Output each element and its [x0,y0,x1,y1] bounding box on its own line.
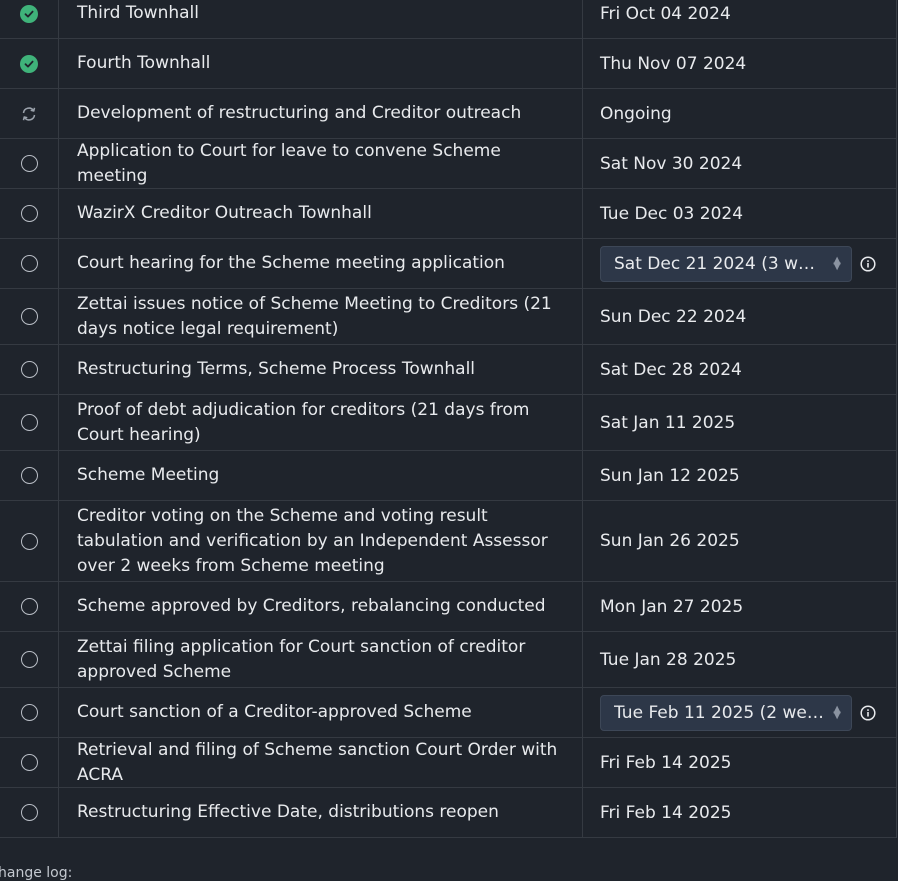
task-date-cell: Sat Dec 21 2024 (3 wee... ▲ ▼ [583,239,896,288]
task-name: WazirX Creditor Outreach Townhall [59,189,583,238]
task-date: Sat Dec 28 2024 [600,359,742,380]
status-cell [0,345,59,394]
status-cell [0,501,59,581]
task-date: Sat Jan 11 2025 [600,412,736,433]
status-cell [0,738,59,787]
task-date: Sat Nov 30 2024 [600,153,743,174]
date-select[interactable]: Tue Feb 11 2025 (2 wee... ▲ ▼ [600,694,852,731]
empty-circle-icon [20,467,38,484]
task-date: Sun Dec 22 2024 [600,306,747,327]
status-cell [0,289,59,344]
empty-circle-icon [20,651,38,668]
task-name: Development of restructuring and Credito… [59,89,583,138]
empty-circle-icon [20,704,38,721]
task-date: Ongoing [600,103,672,124]
table-row: Application to Court for leave to conven… [0,139,896,189]
timeline-table: Third Townhall Fri Oct 04 2024 Fourth To… [0,0,897,838]
task-date-cell: Tue Feb 11 2025 (2 wee... ▲ ▼ [583,688,896,737]
task-date: Tue Dec 03 2024 [600,203,744,224]
status-cell [0,139,59,188]
task-date: Thu Nov 07 2024 [600,53,747,74]
task-name: Zettai filing application for Court sanc… [59,632,583,687]
status-cell [0,239,59,288]
task-name: Third Townhall [59,0,583,38]
check-circle-icon [20,4,38,23]
task-name: Zettai issues notice of Scheme Meeting t… [59,289,583,344]
task-name: Creditor voting on the Scheme and voting… [59,501,583,581]
table-row: Scheme approved by Creditors, rebalancin… [0,582,896,632]
table-row: Restructuring Effective Date, distributi… [0,788,896,838]
task-date: Tue Jan 28 2025 [600,649,737,670]
empty-circle-icon [20,804,38,821]
select-arrows-icon: ▲ ▼ [833,703,841,721]
task-date: Mon Jan 27 2025 [600,596,744,617]
select-arrows-icon: ▲ ▼ [833,254,841,272]
task-name: Proof of debt adjudication for creditors… [59,395,583,450]
change-log-label: hange log: [0,865,73,881]
empty-circle-icon [20,414,38,431]
task-date: Fri Feb 14 2025 [600,752,732,773]
status-cell [0,688,59,737]
empty-circle-icon [20,532,38,550]
task-date: Sun Jan 12 2025 [600,465,740,486]
status-cell [0,788,59,837]
task-name: Fourth Townhall [59,39,583,88]
empty-circle-icon [20,255,38,272]
table-row: Development of restructuring and Credito… [0,89,896,139]
sync-icon [22,106,36,121]
table-row: Zettai issues notice of Scheme Meeting t… [0,289,896,345]
task-name: Court hearing for the Scheme meeting app… [59,239,583,288]
table-row: Restructuring Terms, Scheme Process Town… [0,345,896,395]
task-date: Fri Feb 14 2025 [600,802,732,823]
status-cell [0,189,59,238]
task-date: Fri Oct 04 2024 [600,3,731,24]
task-name: Restructuring Terms, Scheme Process Town… [59,345,583,394]
table-row: Fourth Townhall Thu Nov 07 2024 [0,39,896,89]
table-row: Zettai filing application for Court sanc… [0,632,896,688]
status-cell [0,39,59,88]
task-name: Retrieval and filing of Scheme sanction … [59,738,583,787]
status-cell [0,395,59,450]
task-name: Court sanction of a Creditor-approved Sc… [59,688,583,737]
task-date: Sun Jan 26 2025 [600,531,740,551]
empty-circle-icon [20,361,38,378]
empty-circle-icon [20,308,38,325]
info-icon[interactable] [860,704,876,721]
status-cell [0,451,59,500]
task-name: Scheme Meeting [59,451,583,500]
date-select-value: Tue Feb 11 2025 (2 wee... [614,702,826,723]
status-cell [0,632,59,687]
table-row: Court sanction of a Creditor-approved Sc… [0,688,896,738]
date-select-value: Sat Dec 21 2024 (3 wee... [614,253,826,274]
task-name: Application to Court for leave to conven… [59,139,583,188]
table-row: Proof of debt adjudication for creditors… [0,395,896,451]
empty-circle-icon [20,598,38,615]
table-row: WazirX Creditor Outreach Townhall Tue De… [0,189,896,239]
empty-circle-icon [20,155,38,172]
check-circle-icon [20,54,38,73]
task-name: Restructuring Effective Date, distributi… [59,788,583,837]
date-select[interactable]: Sat Dec 21 2024 (3 wee... ▲ ▼ [600,245,852,282]
status-cell [0,89,59,138]
table-row: Creditor voting on the Scheme and voting… [0,501,896,582]
table-row: Scheme Meeting Sun Jan 12 2025 [0,451,896,501]
task-name: Scheme approved by Creditors, rebalancin… [59,582,583,631]
table-row: Retrieval and filing of Scheme sanction … [0,738,896,788]
table-row: Third Townhall Fri Oct 04 2024 [0,0,896,39]
empty-circle-icon [20,754,38,771]
info-icon[interactable] [860,255,876,272]
status-cell [0,0,59,38]
table-row: Court hearing for the Scheme meeting app… [0,239,896,289]
empty-circle-icon [20,205,38,222]
status-cell [0,582,59,631]
